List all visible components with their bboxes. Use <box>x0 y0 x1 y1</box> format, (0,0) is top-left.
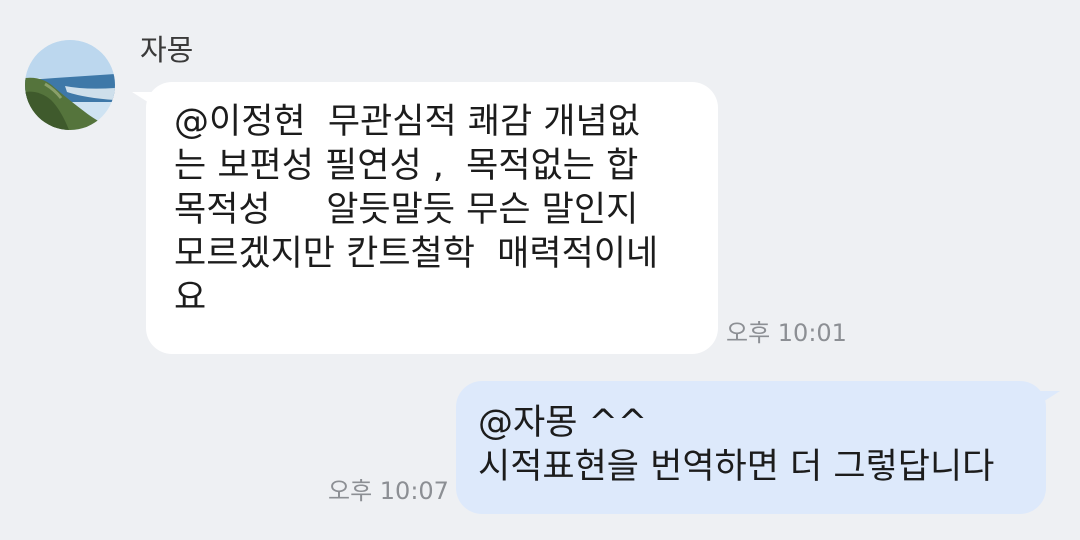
outgoing-message-bubble[interactable]: @자몽 ^^ 시적표현을 번역하면 더 그렇답니다 <box>456 381 1060 514</box>
incoming-message-time: 오후 10:01 <box>726 319 847 347</box>
outgoing-message-text: @자몽 ^^ 시적표현을 번역하면 더 그렇답니다 <box>478 401 1038 489</box>
incoming-message-text: @이정현 무관심적 쾌감 개념없 는 보편성 필연성 , 목적없는 합 목적성 … <box>174 100 704 320</box>
message-line: 시적표현을 번역하면 더 그렇답니다 <box>478 447 995 487</box>
sender-avatar[interactable] <box>25 40 115 130</box>
message-line: 목적성 알듯말듯 무슨 말인지 <box>174 190 639 230</box>
outgoing-message-time: 오후 10:07 <box>328 477 449 505</box>
message-line: @자몽 ^^ <box>478 403 648 443</box>
landscape-coast-avatar-icon <box>25 40 115 130</box>
bubble-tail <box>1038 391 1060 405</box>
sender-name: 자몽 <box>140 33 194 67</box>
message-line: @이정현 무관심적 쾌감 개념없 <box>174 102 640 142</box>
message-line: 요 <box>174 278 207 318</box>
bubble-tail <box>132 92 154 106</box>
incoming-message-bubble[interactable]: @이정현 무관심적 쾌감 개념없 는 보편성 필연성 , 목적없는 합 목적성 … <box>132 82 718 354</box>
message-line: 모르겠지만 칸트철학 매력적이네 <box>174 234 659 274</box>
message-line: 는 보편성 필연성 , 목적없는 합 <box>174 146 639 186</box>
